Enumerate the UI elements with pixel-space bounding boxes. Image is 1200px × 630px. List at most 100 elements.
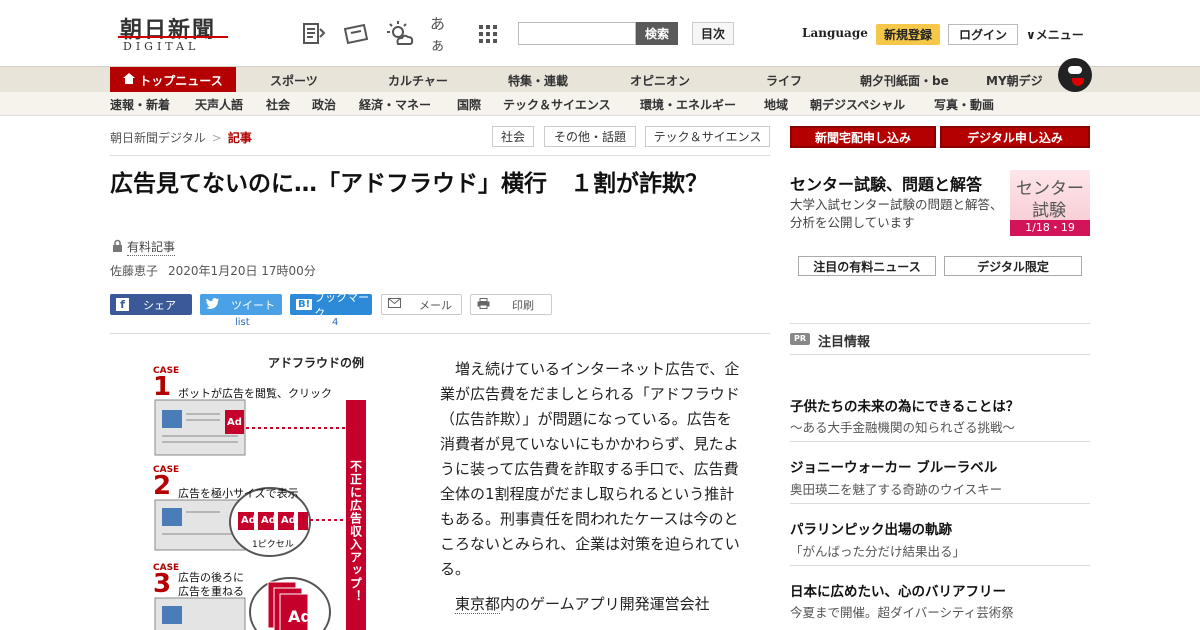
search-button[interactable]: 検索 <box>636 22 678 45</box>
nav-sports[interactable]: スポーツ <box>270 72 318 89</box>
tag-society[interactable]: 社会 <box>492 126 534 147</box>
nav2-society[interactable]: 社会 <box>266 96 290 113</box>
nav2-environment[interactable]: 環境・エネルギー <box>640 96 736 113</box>
breadcrumb-home[interactable]: 朝日新聞デジタル <box>110 131 206 145</box>
pr-item-title[interactable]: 日本に広めたい、心のバリアフリー <box>790 580 1006 600</box>
nav2-special[interactable]: 朝デジスペシャル <box>810 96 905 113</box>
pr-item-sub: ～ある大手金融機関の知られざる挑戦～ <box>790 420 1016 435</box>
nav2-region[interactable]: 地域 <box>764 96 788 113</box>
hatena-count[interactable]: 4 <box>332 317 338 328</box>
newspaper-subscribe-button[interactable]: 新聞宅配申し込み <box>790 126 936 148</box>
logo-underline <box>118 36 228 38</box>
nav-features[interactable]: 特集・連載 <box>508 72 568 89</box>
nav-opinion[interactable]: オピニオン <box>630 72 690 89</box>
paragraph-2-text: 内のゲームアプリ開発運営会社 <box>500 595 710 613</box>
case1-illustration <box>154 399 346 456</box>
byline: 佐藤恵子 2020年1月20日 17時00分 <box>110 262 326 279</box>
weather-icon[interactable] <box>386 20 414 48</box>
newspaper-icon[interactable] <box>300 20 328 48</box>
sidebar-divider <box>790 441 1090 442</box>
secondary-nav: 速報・新着 天声人語 社会 政治 経済・マネー 国際 テック＆サイエンス 環境・… <box>0 92 1200 116</box>
case2-pixel: 1ピクセル <box>252 540 294 550</box>
sidebar-divider <box>790 323 1090 324</box>
ticket-icon[interactable] <box>342 20 370 48</box>
center-exam-title[interactable]: センター試験、問題と解答 <box>790 171 982 195</box>
nav2-economy[interactable]: 経済・マネー <box>359 96 431 113</box>
publish-date: 2020年1月20日 17時00分 <box>168 264 316 278</box>
twitter-share-button[interactable]: ツイート <box>200 294 282 315</box>
twitter-count[interactable]: list <box>235 317 250 328</box>
tokyo-link[interactable]: 東京都 <box>455 595 501 614</box>
signup-button[interactable]: 新規登録 <box>876 24 940 45</box>
nav2-tech[interactable]: テック＆サイエンス <box>503 96 611 113</box>
pr-item-title[interactable]: パラリンピック出場の軌跡 <box>790 518 952 538</box>
tab-digital-only[interactable]: デジタル限定 <box>944 256 1082 276</box>
digital-subscribe-button[interactable]: デジタル申し込み <box>940 126 1090 148</box>
nav2-photo[interactable]: 写真・動画 <box>934 96 994 113</box>
mascot-icon <box>1058 58 1092 92</box>
facebook-share-button[interactable]: f シェア <box>110 294 192 315</box>
figure-title: アドフラウドの例 <box>268 356 365 370</box>
facebook-icon: f <box>116 298 129 311</box>
case2-number: 2 <box>153 471 172 501</box>
menu-button[interactable]: ∨メニュー <box>1026 26 1084 43</box>
case3-text: 広告の後ろに広告を重ねる <box>178 571 244 598</box>
tag-topics[interactable]: その他・話題 <box>544 126 636 147</box>
text-size-icon[interactable]: あぁ <box>430 15 458 54</box>
paragraph-1: 増え続けているインターネット広告で、企業が広告費をだましとられる「アドフラウド（… <box>440 360 740 578</box>
chevron-down-icon: ∨ <box>1026 28 1036 42</box>
pr-badge: PR <box>790 333 810 345</box>
nav-top-news-label: トップニュース <box>139 73 223 88</box>
hatena-bookmark-button[interactable]: B! ブックマーク <box>290 291 372 320</box>
pr-item-title[interactable]: 子供たちの未来の為にできることは？ <box>790 395 1019 415</box>
nav2-breaking[interactable]: 速報・新着 <box>110 96 170 113</box>
pr-item-title[interactable]: ジョニーウォーカー ブルーラベル <box>790 456 997 476</box>
mail-label: メール <box>419 298 452 312</box>
search-input[interactable] <box>518 22 636 45</box>
case3-number: 3 <box>153 569 172 599</box>
divider <box>110 333 770 334</box>
logo-sub: DIGITAL <box>123 40 200 53</box>
nav-culture[interactable]: カルチャー <box>388 72 448 89</box>
tab-paid-news[interactable]: 注目の有料ニュース <box>798 256 936 276</box>
case1-text: ボットが広告を閲覧、クリック <box>178 387 332 400</box>
paragraph-2: 東京都内のゲームアプリ開発運営会社 <box>440 592 745 617</box>
nav-top-news[interactable]: トップニュース <box>110 67 236 93</box>
article-body: 増え続けているインターネット広告で、企業が広告費をだましとられる「アドフラウド（… <box>440 357 745 627</box>
lock-icon <box>112 239 123 255</box>
pr-item-sub: 「がんばった分だけ結果出る」 <box>790 544 966 559</box>
mail-share-button[interactable]: メール <box>381 294 462 315</box>
index-button[interactable]: 目次 <box>692 22 734 45</box>
mascot-eye <box>1068 66 1082 74</box>
login-button[interactable]: ログイン <box>948 24 1018 45</box>
facebook-label: シェア <box>143 298 176 312</box>
nav2-politics[interactable]: 政治 <box>312 96 336 113</box>
print-icon <box>477 297 490 312</box>
grid-icon[interactable] <box>474 20 502 48</box>
hatena-label: ブックマーク <box>314 290 370 320</box>
pr-item-sub: 今夏まで開催。超ダイバーシティ芸術祭 <box>790 605 1014 620</box>
mail-icon <box>388 298 401 311</box>
print-button[interactable]: 印刷 <box>470 294 552 315</box>
sidebar-divider <box>790 503 1090 504</box>
tag-tech[interactable]: テック＆サイエンス <box>645 126 770 147</box>
breadcrumb: 朝日新聞デジタル > 記事 <box>110 129 252 146</box>
print-label: 印刷 <box>512 298 534 312</box>
nav-paper[interactable]: 朝夕刊紙面・be <box>860 72 949 89</box>
nav2-international[interactable]: 国際 <box>457 96 481 113</box>
language-link[interactable]: Language <box>802 26 868 40</box>
twitter-label: ツイート <box>231 298 275 312</box>
center-exam-desc: 大学入試センター試験の問題と解答、分析を公開しています <box>790 197 1003 230</box>
nav-life[interactable]: ライフ <box>766 72 802 89</box>
pr-item-sub: 奥田瑛二を魅了する奇跡のウイスキー <box>790 482 1003 497</box>
pr-heading: 注目情報 <box>818 335 871 350</box>
paid-label: 有料記事 <box>127 240 176 256</box>
hatena-icon: B! <box>296 299 313 310</box>
breadcrumb-sep: > <box>211 131 222 145</box>
sidebar-divider <box>790 565 1090 566</box>
center-img-text-2: 試験 <box>1032 201 1066 221</box>
center-exam-image[interactable]: センター 試験 1/18・19 <box>1010 170 1090 236</box>
nav-my-asadigi[interactable]: MY朝デジ <box>986 72 1043 89</box>
nav2-tenseijingo[interactable]: 天声人語 <box>195 96 243 113</box>
case1-ad: Ad <box>227 417 242 428</box>
